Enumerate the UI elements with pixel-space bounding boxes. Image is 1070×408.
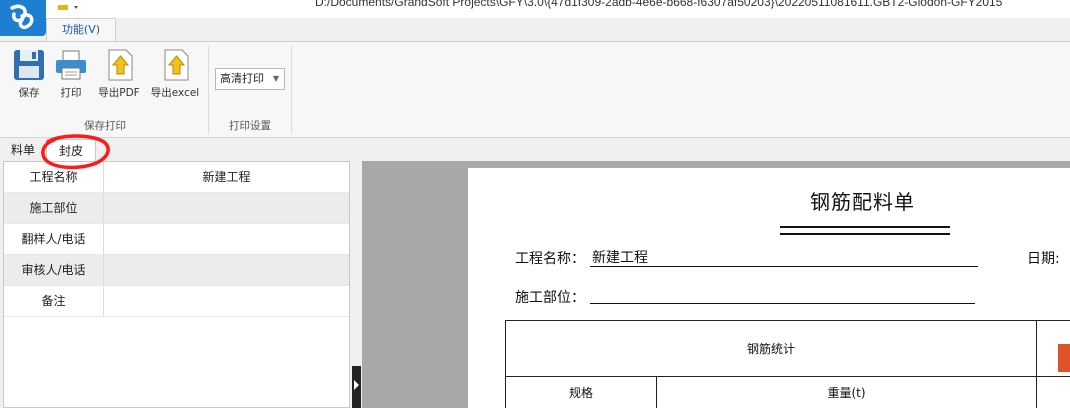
form-row-reviewer[interactable]: 审核人/电话 [4, 255, 349, 286]
form-value-project-name[interactable]: 新建工程 [104, 162, 349, 192]
form-row-remarks[interactable]: 备注 [4, 286, 349, 317]
form-row-drafter[interactable]: 翻样人/电话 [4, 224, 349, 255]
export-pdf-button[interactable]: 导出PDF [94, 48, 144, 100]
table-col-weight: 重量(t) [657, 377, 1037, 408]
form-row-construction-site[interactable]: 施工部位 [4, 193, 349, 224]
doc-title: 钢筋配料单 [810, 190, 915, 214]
construction-site-label: 施工部位： [515, 290, 585, 306]
window-title: D:/Documents/GrandSoft Projects\GFY\3.0\… [315, 0, 1003, 9]
project-name-label: 工程名称： [515, 251, 585, 267]
project-name-underline [590, 266, 978, 267]
table-header-rebar-stats: 钢筋统计 [506, 321, 1037, 377]
ribbon-tab-function[interactable]: 功能(V) [46, 18, 116, 42]
printer-icon [54, 48, 88, 82]
print-button[interactable]: 打印 [52, 48, 90, 100]
group-label-print-settings: 打印设置 [229, 120, 271, 132]
tab-cover[interactable]: 封皮 [46, 139, 97, 161]
form-value-reviewer[interactable] [104, 255, 349, 285]
date-label: 日期: [1027, 251, 1060, 267]
print-quality-value: 高清打印 [220, 72, 264, 85]
print-label: 打印 [60, 87, 82, 99]
form-label: 施工部位 [4, 193, 104, 223]
print-quality-select[interactable]: 高清打印 ▼ [215, 68, 285, 90]
form-value-construction-site[interactable] [104, 193, 349, 223]
construction-site-underline [590, 303, 975, 304]
form-row-project-name[interactable]: 工程名称 新建工程 [4, 162, 349, 193]
ribbon-panel: 保存 打印 导出PDF 导出excel 保存打印 高清打印 ▼ 打印设置 [0, 41, 1070, 138]
app-logo-icon[interactable] [0, 0, 46, 36]
form-label: 工程名称 [4, 162, 104, 192]
export-pdf-icon [102, 48, 136, 82]
table-col-spec: 规格 [506, 377, 657, 408]
export-pdf-label: 导出PDF [98, 87, 140, 99]
export-excel-label: 导出excel [150, 87, 200, 99]
tab-material-list[interactable]: 料单 [11, 139, 35, 161]
title-underline [780, 226, 950, 228]
collapse-arrow-icon[interactable] [352, 366, 361, 408]
project-name-value: 新建工程 [592, 250, 648, 266]
export-excel-icon [158, 48, 192, 82]
table-cell [1037, 377, 1070, 408]
quick-access-icon[interactable] [58, 0, 82, 10]
title-underline [780, 233, 950, 235]
ribbon-separator [208, 46, 209, 134]
save-label: 保存 [18, 87, 40, 99]
rebar-statistics-table: 钢筋统计 规格 重量(t) [505, 320, 1070, 408]
form-label: 审核人/电话 [4, 255, 104, 285]
floating-tool-icon[interactable] [1058, 344, 1070, 372]
group-label-save-print: 保存打印 [84, 120, 126, 132]
document-tabs: 料单 封皮 [0, 139, 1070, 161]
title-bar: D:/Documents/GrandSoft Projects\GFY\3.0\… [0, 0, 1070, 36]
cover-form-grid: 工程名称 新建工程 施工部位 翻样人/电话 审核人/电话 备注 [3, 161, 350, 408]
save-button[interactable]: 保存 [10, 48, 48, 100]
form-value-drafter[interactable] [104, 224, 349, 254]
save-icon [12, 48, 46, 82]
app-window: D:/Documents/GrandSoft Projects\GFY\3.0\… [0, 0, 1070, 408]
form-label: 备注 [4, 286, 104, 316]
export-excel-button[interactable]: 导出excel [148, 48, 202, 100]
form-value-remarks[interactable] [104, 286, 349, 316]
chevron-down-icon: ▼ [272, 74, 279, 83]
ribbon-separator [291, 46, 292, 134]
form-label: 翻样人/电话 [4, 224, 104, 254]
